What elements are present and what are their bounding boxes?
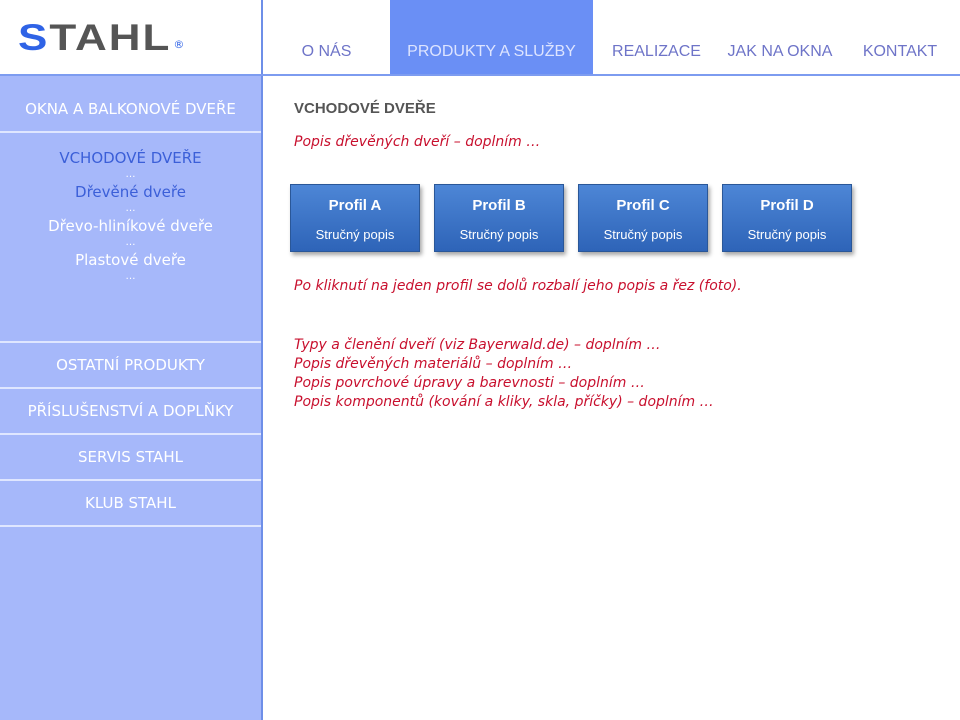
ellipsis: … [125,169,136,180]
sidebar-sub-drevo-hlinikove[interactable]: Dřevo-hliníkové dveře [0,215,261,237]
ellipsis: … [125,203,136,214]
nav-jak-na-okna[interactable]: JAK NA OKNA [720,0,840,75]
sidebar-item-servis[interactable]: SERVIS STAHL [0,435,261,481]
profile-name: Profil C [616,197,670,214]
sidebar-sub-plastove[interactable]: Plastové dveře [0,249,261,271]
page-title: VCHODOVÉ DVEŘE [294,100,436,117]
profile-desc: Stručný popis [315,227,395,242]
list-item: Popis komponentů (kování a kliky, skla, … [294,394,714,410]
sidebar-item-klub[interactable]: KLUB STAHL [0,481,261,527]
profile-a-button[interactable]: Profil A Stručný popis [290,184,420,252]
info-list: Typy a členění dveří (viz Bayerwald.de) … [294,336,934,412]
profile-name: Profil A [328,197,382,214]
profile-d-button[interactable]: Profil D Stručný popis [722,184,852,252]
note-text: Po kliknutí na jeden profil se dolů rozb… [294,278,742,294]
logo[interactable]: STAHL ® [0,0,262,75]
profile-c-button[interactable]: Profil C Stručný popis [578,184,708,252]
ellipsis: … [125,271,136,282]
list-item: Typy a členění dveří (viz Bayerwald.de) … [294,337,661,353]
sidebar-submenu: VCHODOVÉ DVEŘE … Dřevěné dveře … Dřevo-h… [0,133,261,343]
main-content: VCHODOVÉ DVEŘE Popis dřevěných dveří – d… [290,100,934,412]
top-nav: O NÁS PRODUKTY A SLUŽBY REALIZACE JAK NA… [263,0,960,75]
sidebar: OKNA A BALKONOVÉ DVEŘE VCHODOVÉ DVEŘE … … [0,76,261,720]
logo-text: STAHL [18,16,172,58]
sidebar-sub-drevene[interactable]: Dřevěné dveře [0,181,261,203]
profile-desc: Stručný popis [747,227,827,242]
nav-o-nas[interactable]: O NÁS [263,0,390,75]
sidebar-item-okna[interactable]: OKNA A BALKONOVÉ DVEŘE [0,76,261,133]
profile-list: Profil A Stručný popis Profil B Stručný po… [290,184,934,252]
nav-realizace[interactable]: REALIZACE [593,0,720,75]
sidebar-item-ostatni-produkty[interactable]: OSTATNÍ PRODUKTY [0,343,261,389]
intro-text: Popis dřevěných dveří – doplním … [294,134,541,150]
profile-desc: Stručný popis [459,227,539,242]
divider [261,0,263,720]
list-item: Popis povrchové úpravy a barevnosti – do… [294,375,645,391]
profile-name: Profil D [760,197,814,214]
registered-mark: ® [173,38,185,51]
sidebar-item-prislusenstvi[interactable]: PŘÍSLUŠENSTVÍ A DOPLŇKY [0,389,261,435]
profile-b-button[interactable]: Profil B Stručný popis [434,184,564,252]
ellipsis: … [125,237,136,248]
sidebar-item-vchodove-dvere[interactable]: VCHODOVÉ DVEŘE [0,147,261,169]
list-item: Popis dřevěných materiálů – doplním … [294,356,573,372]
profile-desc: Stručný popis [603,227,683,242]
nav-kontakt[interactable]: KONTAKT [840,0,960,75]
profile-name: Profil B [472,197,526,214]
nav-produkty-a-sluzby[interactable]: PRODUKTY A SLUŽBY [390,0,593,75]
